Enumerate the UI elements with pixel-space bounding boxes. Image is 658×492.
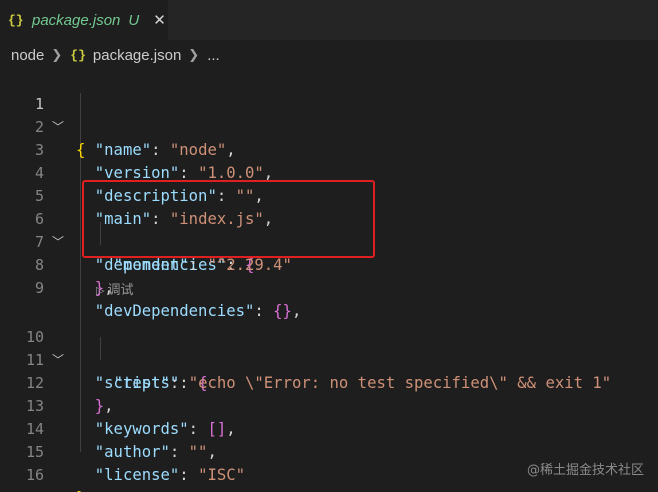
debug-label: 调试 <box>107 282 134 297</box>
code-line: 1 ﹀ { <box>0 70 658 159</box>
code-line: 13 "keywords": [], <box>0 372 658 438</box>
code-line: 3 "version": "1.0.0", <box>0 116 658 182</box>
code-line: 2 "name": "node", <box>0 93 658 159</box>
code-line: 4 "description": "", <box>0 139 658 205</box>
tab-filename: package.json <box>32 11 121 29</box>
code-line: 15 "license": "ISC" <box>0 418 658 484</box>
chevron-right-icon: ❯ <box>51 47 63 63</box>
code-text: } <box>76 487 85 492</box>
code-editor[interactable]: 1 ﹀ { 2 "name": "node", 3 "version": "1.… <box>0 70 658 492</box>
watermark: @稀土掘金技术社区 <box>526 463 644 478</box>
close-icon[interactable]: ✕ <box>153 11 166 29</box>
breadcrumb-folder[interactable]: node <box>11 47 44 64</box>
highlight-annotation-box <box>82 180 375 258</box>
debug-codelens[interactable]: ▷ 调试 <box>96 280 133 300</box>
breadcrumb-symbols[interactable]: ... <box>207 47 220 64</box>
breadcrumb: node ❯ {} package.json ❯ ... <box>0 40 658 70</box>
breadcrumb-file[interactable]: package.json <box>93 47 181 64</box>
line-number: 17 <box>0 487 44 492</box>
line-number: 9 <box>34 279 44 297</box>
code-line: 11 "test": "echo \"Error: no test specif… <box>0 326 658 392</box>
json-file-icon: {} <box>70 47 86 63</box>
code-line: 12 }, <box>0 349 658 415</box>
chevron-right-icon: ❯ <box>188 47 200 63</box>
code-line: 14 "author": "", <box>0 395 658 461</box>
json-file-icon: {} <box>8 12 24 28</box>
code-line: 10 ﹀ "scripts": { <box>0 303 658 392</box>
tab-bar: {} package.json U ✕ <box>0 0 658 40</box>
tab-package-json[interactable]: {} package.json U ✕ <box>0 0 168 40</box>
untracked-badge: U <box>128 11 140 29</box>
play-icon: ▷ <box>96 284 105 297</box>
